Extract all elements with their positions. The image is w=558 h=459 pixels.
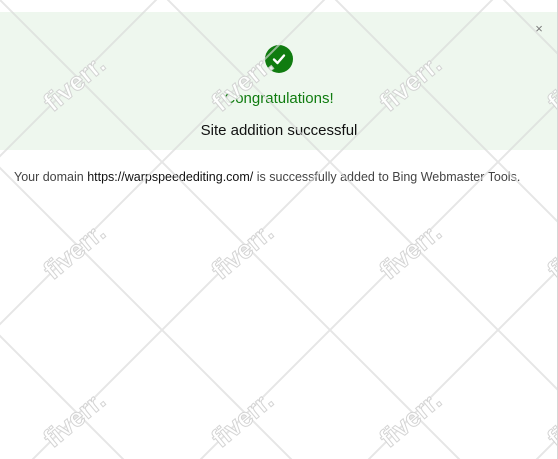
success-dialog: Congratulations! Site addition successfu… (0, 0, 558, 459)
watermark-label: fiverr. (205, 217, 279, 286)
watermark-label: fiverr. (37, 385, 111, 454)
domain-text: https://warpspeedediting.com/ (87, 170, 254, 184)
watermark-label: fiverr. (541, 385, 558, 454)
watermark-label: fiverr. (541, 217, 558, 286)
close-button[interactable]: × (532, 22, 546, 36)
dialog-subtitle: Site addition successful (200, 122, 358, 139)
checkmark-icon (265, 45, 293, 73)
watermark-label: fiverr. (373, 217, 447, 286)
success-banner: Congratulations! Site addition successfu… (0, 12, 558, 150)
watermark-label: fiverr. (205, 385, 279, 454)
watermark-label: fiverr. (373, 385, 447, 454)
message-suffix: is successfully added to Bing Webmaster … (253, 170, 521, 184)
success-message: Your domain https://warpspeedediting.com… (14, 170, 520, 184)
message-prefix: Your domain (14, 170, 88, 184)
watermark-label: fiverr. (37, 217, 111, 286)
dialog-title: Congratulations! (224, 90, 334, 107)
